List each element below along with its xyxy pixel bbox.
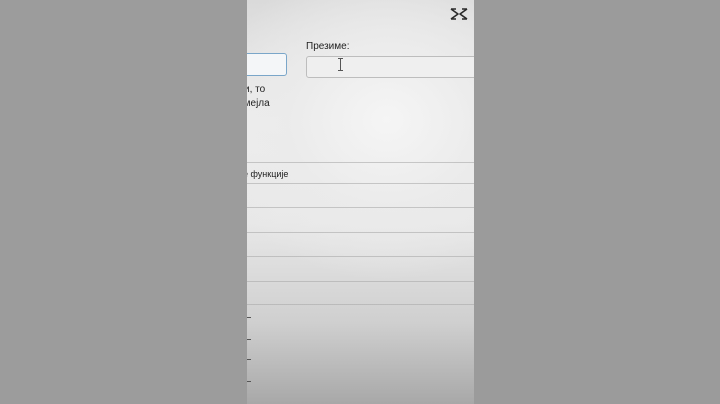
capcut-icon [450,7,468,21]
right-pillarbox [474,0,720,404]
left-pillarbox [0,0,247,404]
list-marker [247,339,251,340]
last-name-label: Презиме: [306,41,350,52]
notice-text-line: ази, то [247,84,266,95]
divider [247,256,474,257]
divider [247,207,474,208]
divider [247,183,474,184]
last-name-input[interactable] [306,56,474,78]
divider [247,162,474,163]
form-content: Презиме: ази, то м мејла ане функције [247,0,474,404]
notice-text-line: м мејла [247,98,270,109]
functions-checkbox-label: ане функције [247,169,289,179]
divider [247,232,474,233]
list-marker [247,359,251,360]
first-name-input[interactable] [247,53,287,76]
divider [247,304,474,305]
list-marker [247,317,251,318]
text-cursor-icon [337,58,344,71]
divider [247,281,474,282]
list-marker [247,381,251,382]
